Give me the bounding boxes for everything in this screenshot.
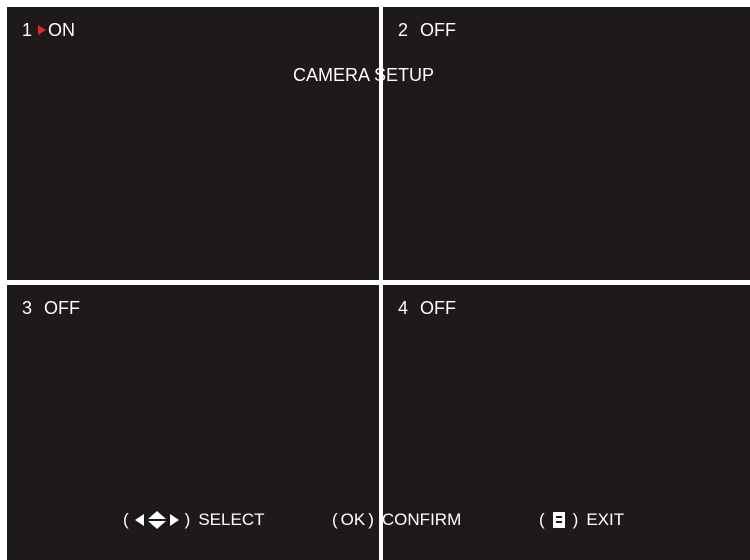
select-hint: ( ) SELECT (121, 508, 264, 532)
channel-1-label: 1 ON (22, 19, 75, 41)
channel-status: OFF (44, 298, 81, 318)
up-down-arrow-icon (147, 511, 166, 529)
channel-number: 1 (22, 20, 33, 40)
channel-3-label: 3 OFF (22, 297, 80, 319)
channel-number: 4 (398, 298, 409, 318)
confirm-label: CONFIRM (381, 510, 462, 529)
close-paren: ) (572, 510, 579, 529)
channel-1-quadrant[interactable]: 1 ON (7, 7, 379, 280)
channel-status: OFF (420, 20, 457, 40)
exit-label: EXIT (586, 510, 625, 529)
exit-hint: ( ) EXIT (537, 508, 624, 532)
channel-4-label: 4 OFF (398, 297, 456, 319)
left-arrow-icon (134, 514, 144, 526)
open-paren: ( (332, 510, 338, 529)
right-arrow-icon (169, 514, 179, 526)
channel-number: 3 (22, 298, 33, 318)
footer-hints: ( ) SELECT ( OK ) CONFIRM ( ) EXIT (0, 508, 750, 532)
camera-setup-screen: 1 ON 2 OFF 3 OFF 4 OFF CAMERA SETUP () … (0, 0, 750, 560)
select-label: SELECT (198, 510, 265, 529)
channel-number: 2 (398, 20, 409, 40)
close-paren: ) (184, 510, 191, 529)
ok-key-label: OK (340, 510, 366, 529)
page-title: CAMERA SETUP (293, 65, 435, 85)
channel-2-label: 2 OFF (398, 19, 456, 41)
selection-arrow-icon (38, 25, 47, 35)
channel-status: ON (48, 20, 76, 40)
menu-icon (552, 512, 565, 528)
four-way-arrow-icon (131, 511, 183, 529)
channel-status: OFF (420, 298, 457, 318)
channel-2-quadrant[interactable]: 2 OFF (383, 7, 750, 280)
open-paren: ( (539, 510, 545, 529)
confirm-hint: ( OK ) CONFIRM (330, 508, 461, 532)
close-paren: ) (368, 510, 374, 529)
open-paren: ( (123, 510, 129, 529)
